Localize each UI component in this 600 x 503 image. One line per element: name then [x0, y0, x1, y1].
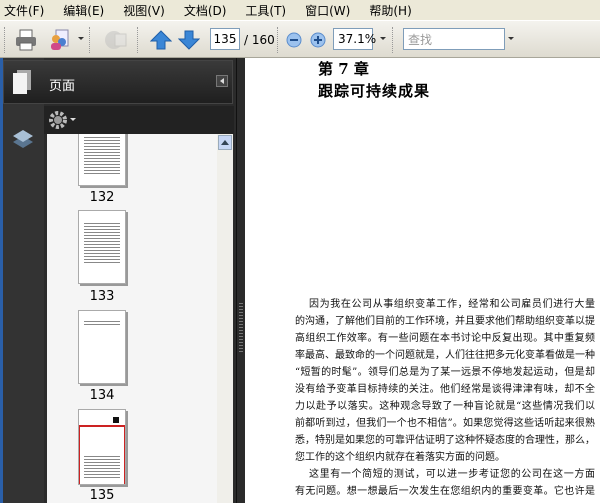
globe-document-icon: [105, 30, 127, 49]
gear-icon[interactable]: [48, 110, 68, 130]
arrow-up-icon: [150, 29, 172, 49]
chevron-down-icon[interactable]: [70, 118, 76, 121]
previous-page-button[interactable]: [150, 21, 172, 58]
thumbnail-label: 135: [89, 488, 115, 503]
toolbar-grip[interactable]: [4, 27, 6, 53]
menu-file[interactable]: 文件(F): [4, 2, 44, 19]
zoom-input[interactable]: 37.1%: [333, 28, 376, 50]
zoom-out-button[interactable]: [286, 21, 302, 58]
text-line: 这里有一个简短的测试，可以进一步考证您的公司在这一方面: [309, 469, 595, 480]
document-body: 因为我在公司从事组织变革工作，经常和公司雇员们进行大量 的沟通，了解他们目前的工…: [295, 296, 595, 500]
review-button: [102, 21, 128, 58]
panel-options-bar: [44, 106, 234, 134]
text-line: 力以赴予以落实。这种观念导致了一种盲论就是“这些情况我们以: [295, 401, 595, 412]
menu-help[interactable]: 帮助(H): [369, 2, 411, 19]
zoom-dropdown-icon[interactable]: [380, 37, 386, 40]
chapter-title: 跟踪可持续成果: [318, 82, 431, 100]
zoom-in-icon: [310, 32, 326, 47]
text-line: 有无问题。想一想最后一次发生在您组织内的重要变革。它也许是: [295, 486, 595, 497]
next-page-button[interactable]: [178, 21, 200, 58]
collaborate-button[interactable]: [48, 21, 72, 58]
panel-title: 页面: [49, 79, 76, 94]
zoom-out-icon: [286, 32, 302, 47]
navigation-pane: 页面 132 133 134 135: [0, 58, 236, 503]
thumbnail-page-134[interactable]: [78, 310, 126, 384]
menu-tools[interactable]: 工具(T): [245, 2, 286, 19]
toolbar-separator: [277, 27, 279, 53]
menu-window[interactable]: 窗口(W): [305, 2, 350, 19]
pages-icon[interactable]: [12, 69, 32, 95]
text-line: 前都听到过，但我们一个也不相信”。如果您觉得这些话听起来很熟: [295, 418, 595, 429]
splitter-grip[interactable]: [239, 303, 243, 353]
text-line: 高组织工作效率。有一些问题在本书讨论中反复出现。其中重复频: [295, 333, 595, 344]
search-input[interactable]: 查找: [403, 28, 505, 50]
arrow-down-icon: [178, 30, 200, 50]
pane-splitter[interactable]: [236, 58, 245, 503]
toolbar-separator: [89, 27, 91, 53]
users-document-icon: [51, 29, 69, 50]
page-total: / 160: [244, 32, 275, 47]
text-line: 没有给予变革目标持续的关注。他们经常是谈得津津有味，却不全: [295, 384, 595, 395]
layers-icon[interactable]: [11, 128, 35, 154]
menu-bar: 文件(F) 编辑(E) 视图(V) 文档(D) 工具(T) 窗口(W) 帮助(H…: [0, 0, 600, 20]
text-line: 因为我在公司从事组织变革工作，经常和公司雇员们进行大量: [309, 299, 595, 310]
thumbnail-label: 132: [89, 190, 115, 205]
thumbnails-scrollbar[interactable]: [217, 134, 233, 503]
menu-edit[interactable]: 编辑(E): [63, 2, 104, 19]
thumbnail-page-132[interactable]: [78, 134, 126, 186]
thumbnail-page-133[interactable]: [78, 210, 126, 284]
pages-panel-header: 页面: [3, 60, 233, 104]
text-line: 悉，特别是如果您的可靠评估证明了这种怀疑态度的合理性，那么，: [295, 435, 595, 446]
thumbnail-label: 133: [89, 289, 115, 304]
text-line: 的沟通，了解他们目前的工作环境，并且要求他们帮助组织变革以提: [295, 316, 595, 327]
text-line: 率最高、最致命的一个问题就是，人们往往把多元化变革看做是一种: [295, 350, 595, 361]
zoom-in-button[interactable]: [310, 21, 326, 58]
toolbar-separator: [137, 27, 139, 53]
print-icon: [16, 29, 36, 50]
chevron-down-icon[interactable]: [78, 37, 84, 40]
toolbar-separator: [392, 27, 394, 53]
text-line: “短暂的时髦”。领导们总是为了某一远景不停地发起运动，但是却: [295, 367, 595, 378]
scroll-up-icon[interactable]: [218, 135, 232, 150]
chapter-number: 第 7 章: [318, 60, 369, 78]
page-number-input[interactable]: 135: [210, 28, 240, 50]
collapse-panel-button[interactable]: [216, 75, 228, 87]
menu-document[interactable]: 文档(D): [184, 2, 227, 19]
print-button[interactable]: [14, 21, 38, 58]
menu-view[interactable]: 视图(V): [123, 2, 165, 19]
document-view: 第 7 章 跟踪可持续成果 因为我在公司从事组织变革工作，经常和公司雇员们进行大…: [245, 58, 600, 503]
thumbnail-page-135[interactable]: [78, 409, 126, 485]
search-dropdown-icon[interactable]: [508, 37, 514, 40]
text-line: 您工作的这个组织内就存在着落实方面的问题。: [295, 452, 505, 463]
toolbar: 135 / 160 37.1% 查找: [0, 20, 600, 58]
page-thumbnails: 132 133 134 135: [47, 134, 233, 503]
thumbnail-label: 134: [89, 388, 115, 403]
navigation-icon-column: [0, 58, 44, 503]
